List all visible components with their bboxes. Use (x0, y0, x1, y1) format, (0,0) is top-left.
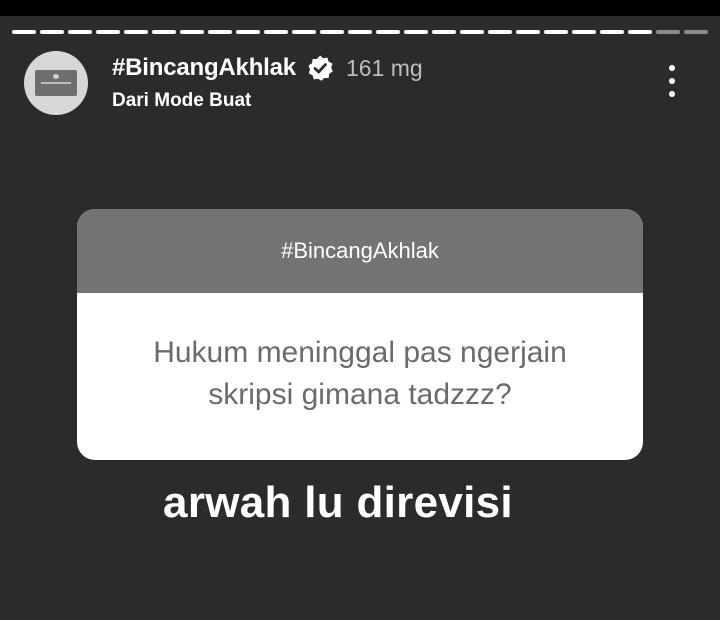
story-progress-bar (12, 30, 708, 34)
sticker-title: #BincangAkhlak (77, 209, 643, 293)
progress-segment (40, 30, 64, 34)
progress-segment (96, 30, 120, 34)
progress-segment (572, 30, 596, 34)
progress-segment (404, 30, 428, 34)
question-text: Hukum meninggal pas ngerjain skripsi gim… (153, 335, 567, 411)
account-username[interactable]: #BincangAkhlak (112, 54, 296, 82)
progress-segment (376, 30, 400, 34)
progress-segment (628, 30, 652, 34)
profile-logo-icon (35, 70, 77, 96)
progress-segment (124, 30, 148, 34)
progress-segment (68, 30, 92, 34)
progress-segment (264, 30, 288, 34)
progress-segment (152, 30, 176, 34)
progress-segment (236, 30, 260, 34)
progress-segment (348, 30, 372, 34)
more-options-button[interactable] (656, 60, 688, 102)
progress-segment (488, 30, 512, 34)
progress-segment (292, 30, 316, 34)
more-vertical-icon (669, 65, 675, 71)
story-subtitle: Dari Mode Buat (112, 90, 252, 111)
progress-segment (684, 30, 708, 34)
profile-avatar[interactable] (24, 51, 88, 115)
status-bar-strip (0, 0, 720, 16)
more-vertical-icon (669, 91, 675, 97)
post-time: 161 mg (345, 54, 423, 81)
progress-segment (208, 30, 232, 34)
progress-segment (600, 30, 624, 34)
question-sticker[interactable]: #BincangAkhlak Hukum meninggal pas ngerj… (77, 209, 643, 460)
progress-segment (180, 30, 204, 34)
progress-segment (544, 30, 568, 34)
progress-segment (320, 30, 344, 34)
progress-segment (432, 30, 456, 34)
progress-segment (656, 30, 680, 34)
sticker-body: Hukum meninggal pas ngerjain skripsi gim… (77, 293, 643, 460)
progress-segment (460, 30, 484, 34)
progress-segment (516, 30, 540, 34)
story-header: #BincangAkhlak 161 mg (112, 52, 423, 84)
more-vertical-icon (669, 78, 675, 84)
verified-badge-icon (306, 54, 334, 82)
answer-text: arwah lu direvisi (163, 478, 513, 527)
progress-segment (12, 30, 36, 34)
